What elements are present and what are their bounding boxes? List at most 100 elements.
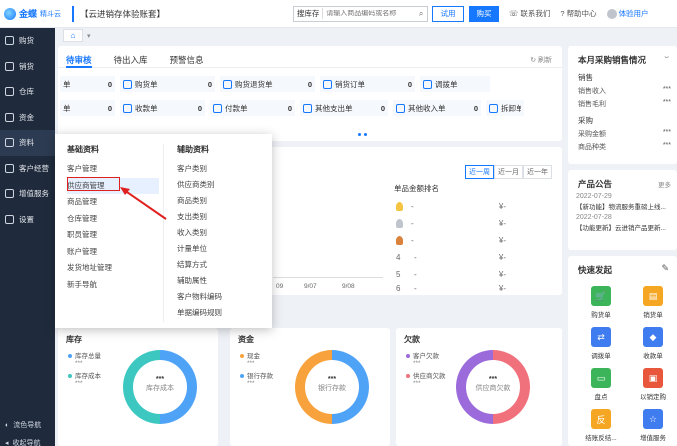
doc-item[interactable]: 其他收入单 0 xyxy=(393,100,481,116)
menu-item-staff[interactable]: 职员管理 xyxy=(67,227,159,244)
carousel-dots[interactable] xyxy=(358,133,367,136)
menu-item-aux-attribute[interactable]: 辅助属性 xyxy=(177,273,269,289)
search-icon[interactable]: ⌕ xyxy=(415,9,427,19)
donut-label: 银行存款 xyxy=(318,385,346,392)
help-link[interactable]: ? 帮助中心 xyxy=(560,8,596,19)
tab-warnings[interactable]: 预警信息 xyxy=(170,54,204,67)
sidebar-item-value-added[interactable]: 增值服务 xyxy=(0,181,55,207)
menu-item-unit[interactable]: 计量单位 xyxy=(177,241,269,257)
doc-item[interactable]: 付款单 0 xyxy=(210,100,295,116)
sidebar-item-settings[interactable]: 设置 xyxy=(0,207,55,233)
quick-item[interactable]: ▣ 以销定购 xyxy=(633,368,673,401)
menu-item-product-category[interactable]: 商品类别 xyxy=(177,193,269,209)
quick-item[interactable]: 🛒 购货单 xyxy=(581,286,621,319)
collapse-nav-toggle[interactable]: ◂ 收起导航 xyxy=(0,436,55,446)
quick-item[interactable]: ▤ 销货单 xyxy=(633,286,673,319)
buy-button[interactable]: 购买 xyxy=(469,5,499,22)
menu-item-doc-code-rule[interactable]: 单据编码规则 xyxy=(177,305,269,321)
more-link[interactable]: 更多 xyxy=(658,179,671,189)
shopping-bag-icon: ▤ xyxy=(643,286,663,306)
logo[interactable]: 金蝶 精斗云 xyxy=(0,7,62,20)
doc-item[interactable]: 单0 xyxy=(60,76,115,92)
period-month[interactable]: 近一月 xyxy=(494,165,523,179)
cart-icon xyxy=(5,36,14,46)
nav-style-toggle[interactable]: ◐ 流色导航 xyxy=(0,418,55,432)
legend-item: 库存成本 *** xyxy=(68,370,101,387)
refresh-button[interactable]: ↻ 刷新 xyxy=(530,55,552,65)
quick-item[interactable]: 反结账反结... xyxy=(581,409,621,442)
menu-item-account[interactable]: 账户管理 xyxy=(67,244,159,261)
search-scope-select[interactable]: 搜库存 xyxy=(294,8,324,19)
legend-item: 客户欠款 *** xyxy=(406,350,439,367)
doc-item[interactable]: 其他支出单 0 xyxy=(300,100,388,116)
contact-link[interactable]: ☏ 联系我们 xyxy=(509,8,550,19)
help-icon: ? xyxy=(560,9,565,18)
menu-item-guide[interactable]: 新手导航 xyxy=(67,277,159,294)
sidebar-item-purchase[interactable]: 购货 xyxy=(0,28,55,54)
monthly-summary-panel: 本月采购销售情况 ⌣ 销售 销售收入 *** 销售毛利 *** 采购 采购金额 ***… xyxy=(568,46,677,164)
silver-medal-icon xyxy=(396,218,403,228)
document-icon xyxy=(303,103,312,113)
quick-item-label: 购货单 xyxy=(591,312,611,319)
search-input[interactable] xyxy=(323,10,416,17)
menu-item-supplier-category[interactable]: 供应商类别 xyxy=(177,177,269,193)
monitor-icon: ▭ xyxy=(591,368,611,388)
quick-item[interactable]: ☆ 增值服务 xyxy=(633,409,673,442)
announcement-date: 2022-07-28 xyxy=(576,214,612,221)
tab-more-icon[interactable]: ▾ xyxy=(87,32,91,40)
sidebar-item-customer[interactable]: 客户经营 xyxy=(0,156,55,182)
doc-label: 其他支出单 xyxy=(315,103,353,113)
order-icon: ▣ xyxy=(643,368,663,388)
announcement-link[interactable]: 【功能更新】云进销产品更新... xyxy=(568,221,669,232)
tab-pending-review[interactable]: 待审核 xyxy=(66,54,92,68)
carousel-dot[interactable] xyxy=(358,133,361,136)
kv-row: 商品种类 *** xyxy=(568,139,677,152)
menu-item-settlement[interactable]: 结算方式 xyxy=(177,257,269,273)
carousel-dot[interactable] xyxy=(364,133,367,136)
doc-count: 0 xyxy=(197,103,202,113)
announcement-link[interactable]: 【新功能】物流服务重磅上线... xyxy=(568,200,669,211)
quick-item[interactable]: ⇄ 调拨单 xyxy=(581,327,621,360)
quick-item-label: 调拨单 xyxy=(591,353,611,360)
doc-label: 单 xyxy=(63,79,71,89)
doc-item[interactable]: 购货退货单 0 xyxy=(220,76,315,92)
doc-item[interactable]: 收款单 0 xyxy=(120,100,205,116)
quick-item[interactable]: ◆ 收款单 xyxy=(633,327,673,360)
home-tab[interactable]: ⌂ xyxy=(63,29,83,42)
sidebar-item-label: 设置 xyxy=(19,214,34,224)
menu-item-income-category[interactable]: 收入类别 xyxy=(177,225,269,241)
hide-values-icon[interactable]: ⌣ xyxy=(664,54,669,62)
kv-key: 销售收入 xyxy=(578,88,606,95)
rank-value: ¥- xyxy=(498,235,506,245)
period-year[interactable]: 近一年 xyxy=(523,165,552,179)
menu-item-customer-category[interactable]: 客户类别 xyxy=(177,161,269,177)
doc-item[interactable]: 购货单 0 xyxy=(120,76,215,92)
edit-icon[interactable]: ✎ xyxy=(661,263,669,274)
menu-item-customer-material-code[interactable]: 客户物料编码 xyxy=(177,289,269,305)
user-menu[interactable]: 体验用户 xyxy=(606,8,649,19)
nav-style-label: 流色导航 xyxy=(13,422,42,429)
menu-item-shipping-address[interactable]: 发货地址管理 xyxy=(67,260,159,277)
doc-item[interactable]: 拆卸单 xyxy=(486,100,524,116)
trial-button[interactable]: 试用 xyxy=(432,5,464,22)
doc-item[interactable]: 调拨单 xyxy=(420,76,490,92)
donut-value: *** xyxy=(488,376,498,383)
summary-title: 资金 xyxy=(238,335,254,344)
sidebar-item-funds[interactable]: 资金 xyxy=(0,105,55,131)
doc-count: 0 xyxy=(207,79,212,89)
sidebar-item-warehouse[interactable]: 仓库 xyxy=(0,79,55,105)
funds-summary: 资金 现金 *** 银行存款 *** *** 银行存款 xyxy=(230,328,390,446)
page-tab-bar: ⌂ ▾ xyxy=(55,28,677,43)
quick-item[interactable]: ▭ 盘点 xyxy=(581,368,621,401)
sidebar-item-data[interactable]: 资料 xyxy=(0,130,55,156)
tab-pending-stock[interactable]: 待出入库 xyxy=(114,54,148,67)
period-week[interactable]: 近一周 xyxy=(465,165,494,179)
doc-item[interactable]: 销货订单 0 xyxy=(320,76,415,92)
value-added-icon xyxy=(5,189,14,199)
menu-item-expense-category[interactable]: 支出类别 xyxy=(177,209,269,225)
doc-item[interactable]: 单0 xyxy=(60,100,115,116)
sidebar-item-sales[interactable]: 销货 xyxy=(0,54,55,80)
menu-item-customer[interactable]: 客户管理 xyxy=(67,161,159,178)
sidebar-item-label: 资料 xyxy=(19,138,34,148)
doc-label: 购货单 xyxy=(135,79,158,89)
